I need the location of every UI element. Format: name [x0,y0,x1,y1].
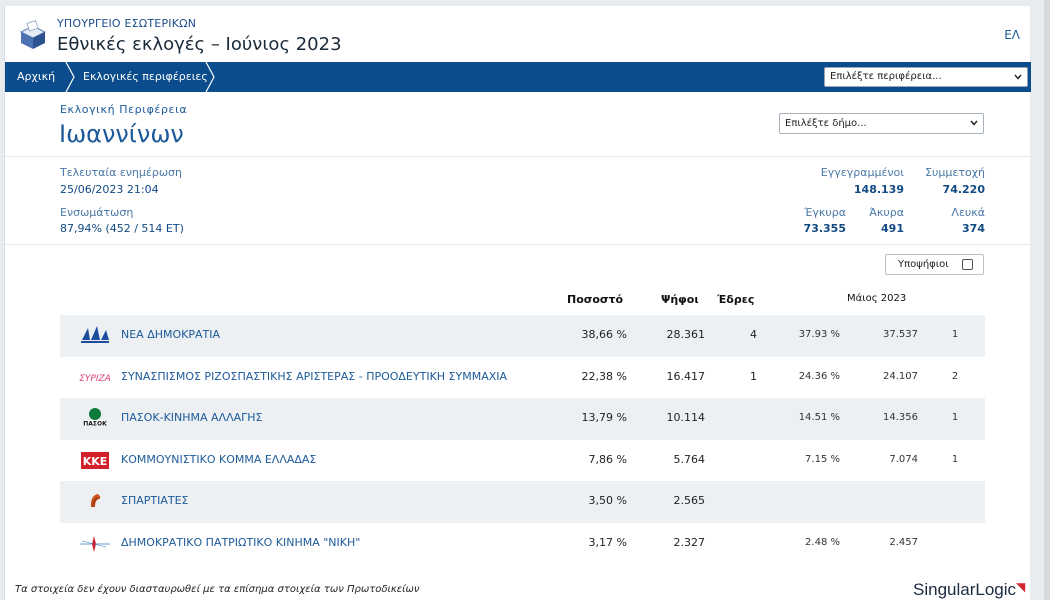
previous-votes: 2.457 [889,536,918,548]
niki-logo-icon [80,535,110,552]
party-name[interactable]: ΝΕΑ ΔΗΜΟΚΡΑΤΙΑ [121,328,220,341]
brand-mark-icon: ◥ [1016,580,1026,594]
nd-logo-icon [81,326,109,343]
kke-logo-icon: ΚΚΕ [81,451,109,469]
party-percent: 38,66 % [581,328,627,341]
previous-percent: 24.36 % [798,370,840,382]
candidates-toggle-label: Υποψήφιοι [898,259,949,270]
previous-percent: 37.93 % [798,329,840,340]
page-scrollbar[interactable] [1044,0,1050,600]
previous-votes: 14.356 [883,412,918,423]
party-votes: 10.114 [666,411,706,424]
party-seats: 4 [750,328,757,341]
spartiates-logo-icon [90,494,101,508]
svg-text:ΚΚΕ: ΚΚΕ [83,455,108,468]
svg-text:ΠΑΣΟΚ: ΠΑΣΟΚ [83,421,107,428]
chevron-down-icon [1014,74,1022,80]
previous-percent: 2.48 % [805,536,840,548]
municipality-select-value: Επιλέξτε δήμο... [785,118,867,129]
divider [5,244,1031,245]
svg-text:ΣΥΡΙΖΑ: ΣΥΡΙΖΑ [79,374,111,384]
header-previous-election: Μάιος 2023 [847,293,907,304]
turnout-value: 74.220 [942,183,985,196]
party-name[interactable]: ΣΥΝΑΣΠΙΣΜΟΣ ΡΙΖΟΣΠΑΣΤΙΚΗΣ ΑΡΙΣΤΕΡΑΣ - ΠΡ… [121,370,507,383]
previous-seats: 2 [951,370,959,382]
brand-name: SingularLogic [913,580,1017,599]
ministry-name: ΥΠΟΥΡΓΕΙΟ ΕΣΩΤΕΡΙΚΩΝ [57,17,197,30]
party-percent: 22,38 % [581,369,627,383]
breadcrumb-bar: Αρχική Εκλογικές περιφέρειες Επιλέξτε πε… [5,62,1031,92]
previous-seats: 1 [951,453,959,465]
party-votes: 16.417 [666,369,706,383]
table-row[interactable]: ΚΚΕ ΚΟΜΜΟΥΝΙΣΤΙΚΟ ΚΟΜΜΑ ΕΛΛΑΔΑΣ 7,86 % 5… [60,440,985,482]
page-frame: ΥΠΟΥΡΓΕΙΟ ΕΣΩΤΕΡΙΚΩΝ Εθνικές εκλογές – Ι… [4,6,1031,600]
blank-label: Λευκά [951,206,985,219]
table-row[interactable]: ΝΕΑ ΔΗΜΟΚΡΑΤΙΑ 38,66 % 28.361 4 37.93 % … [60,315,985,357]
candidates-checkbox[interactable] [962,259,973,270]
previous-votes: 37.537 [883,329,918,340]
table-row[interactable]: ΔΗΜΟΚΡΑΤΙΚΟ ΠΑΤΡΙΩΤΙΚΟ ΚΙΝΗΜΑ "ΝΙΚΗ" 3,1… [60,523,985,565]
previous-votes: 24.107 [883,370,918,382]
previous-percent: 14.51 % [798,412,840,423]
chevron-down-icon [970,120,978,126]
previous-seats: 1 [951,412,959,423]
party-name[interactable]: ΔΗΜΟΚΡΑΤΙΚΟ ΠΑΤΡΙΩΤΙΚΟ ΚΙΝΗΜΑ "ΝΙΚΗ" [121,536,360,549]
previous-votes: 7.074 [889,453,918,465]
previous-percent: 7.15 % [805,453,840,465]
party-votes: 2.565 [673,494,706,507]
party-votes: 28.361 [666,328,706,341]
previous-seats: 1 [951,329,959,340]
divider [5,156,1031,157]
table-row[interactable]: ΣΥΡΙΖΑ ΣΥΝΑΣΠΙΣΜΟΣ ΡΙΖΟΣΠΑΣΤΙΚΗΣ ΑΡΙΣΤΕΡ… [60,357,985,399]
table-row[interactable]: ΠΑΣΟΚ ΠΑΣΟΚ-ΚΙΝΗΜΑ ΑΛΛΑΓΗΣ 13,79 % 10.11… [60,398,985,440]
disclaimer-note: Τα στοιχεία δεν έχουν διασταυρωθεί με τα… [15,584,420,595]
ballot-box-icon [19,20,47,49]
pasok-logo-icon: ΠΑΣΟΚ [83,408,107,428]
region-select[interactable]: Επιλέξτε περιφέρεια... [824,67,1028,87]
valid-label: Έγκυρα [804,206,846,219]
party-name[interactable]: ΠΑΣΟΚ-ΚΙΝΗΜΑ ΑΛΛΑΓΗΣ [121,411,263,424]
chevron-right-icon [65,62,75,92]
integration-label: Ενσωμάτωση [60,206,134,219]
page-title: Εθνικές εκλογές – Ιούνιος 2023 [57,34,342,55]
turnout-label: Συμμετοχή [925,166,985,179]
region-select-value: Επιλέξτε περιφέρεια... [830,71,942,82]
table-row[interactable]: ΣΠΑΡΤΙΑΤΕΣ 3,50 % 2.565 [60,481,985,523]
site-header: ΥΠΟΥΡΓΕΙΟ ΕΣΩΤΕΡΙΚΩΝ Εθνικές εκλογές – Ι… [5,6,1030,62]
language-switch[interactable]: ΕΛ [1004,28,1020,42]
breadcrumb-home[interactable]: Αρχική [17,62,55,92]
header-seats: Έδρες [717,293,755,306]
region-name: Ιωαννίνων [59,120,184,148]
party-name[interactable]: ΣΠΑΡΤΙΑΤΕΣ [121,494,189,507]
breadcrumb-regions[interactable]: Εκλογικές περιφέρειες [83,62,208,92]
syriza-logo-icon: ΣΥΡΙΖΑ [79,374,111,384]
results-table: ΝΕΑ ΔΗΜΟΚΡΑΤΙΑ 38,66 % 28.361 4 37.93 % … [60,315,985,564]
party-percent: 3,50 % [588,494,627,507]
party-votes: 5.764 [673,452,706,466]
invalid-label: Άκυρα [869,206,904,219]
chevron-right-icon [205,62,215,92]
party-seats: 1 [750,369,757,383]
party-percent: 3,17 % [588,535,627,549]
candidates-toggle[interactable]: Υποψήφιοι [885,254,984,275]
party-percent: 7,86 % [588,452,627,466]
region-label: Εκλογική Περιφέρεια [60,103,188,116]
municipality-select[interactable]: Επιλέξτε δήμο... [779,113,984,134]
header-votes: Ψήφοι [661,293,699,306]
party-votes: 2.327 [673,535,706,549]
last-update-value: 25/06/2023 21:04 [60,183,159,196]
party-name[interactable]: ΚΟΜΜΟΥΝΙΣΤΙΚΟ ΚΟΜΜΑ ΕΛΛΑΔΑΣ [121,453,316,466]
valid-value: 73.355 [803,222,846,235]
brand-logo: SingularLogic◥ [913,580,1025,600]
party-percent: 13,79 % [581,411,627,424]
registered-value: 148.139 [853,183,904,196]
invalid-value: 491 [881,222,904,235]
last-update-label: Τελευταία ενημέρωση [60,166,182,179]
integration-value: 87,94% (452 / 514 ΕΤ) [60,222,184,235]
blank-value: 374 [962,222,985,235]
registered-label: Εγγεγραμμένοι [820,166,904,179]
header-percent: Ποσοστό [567,293,624,306]
